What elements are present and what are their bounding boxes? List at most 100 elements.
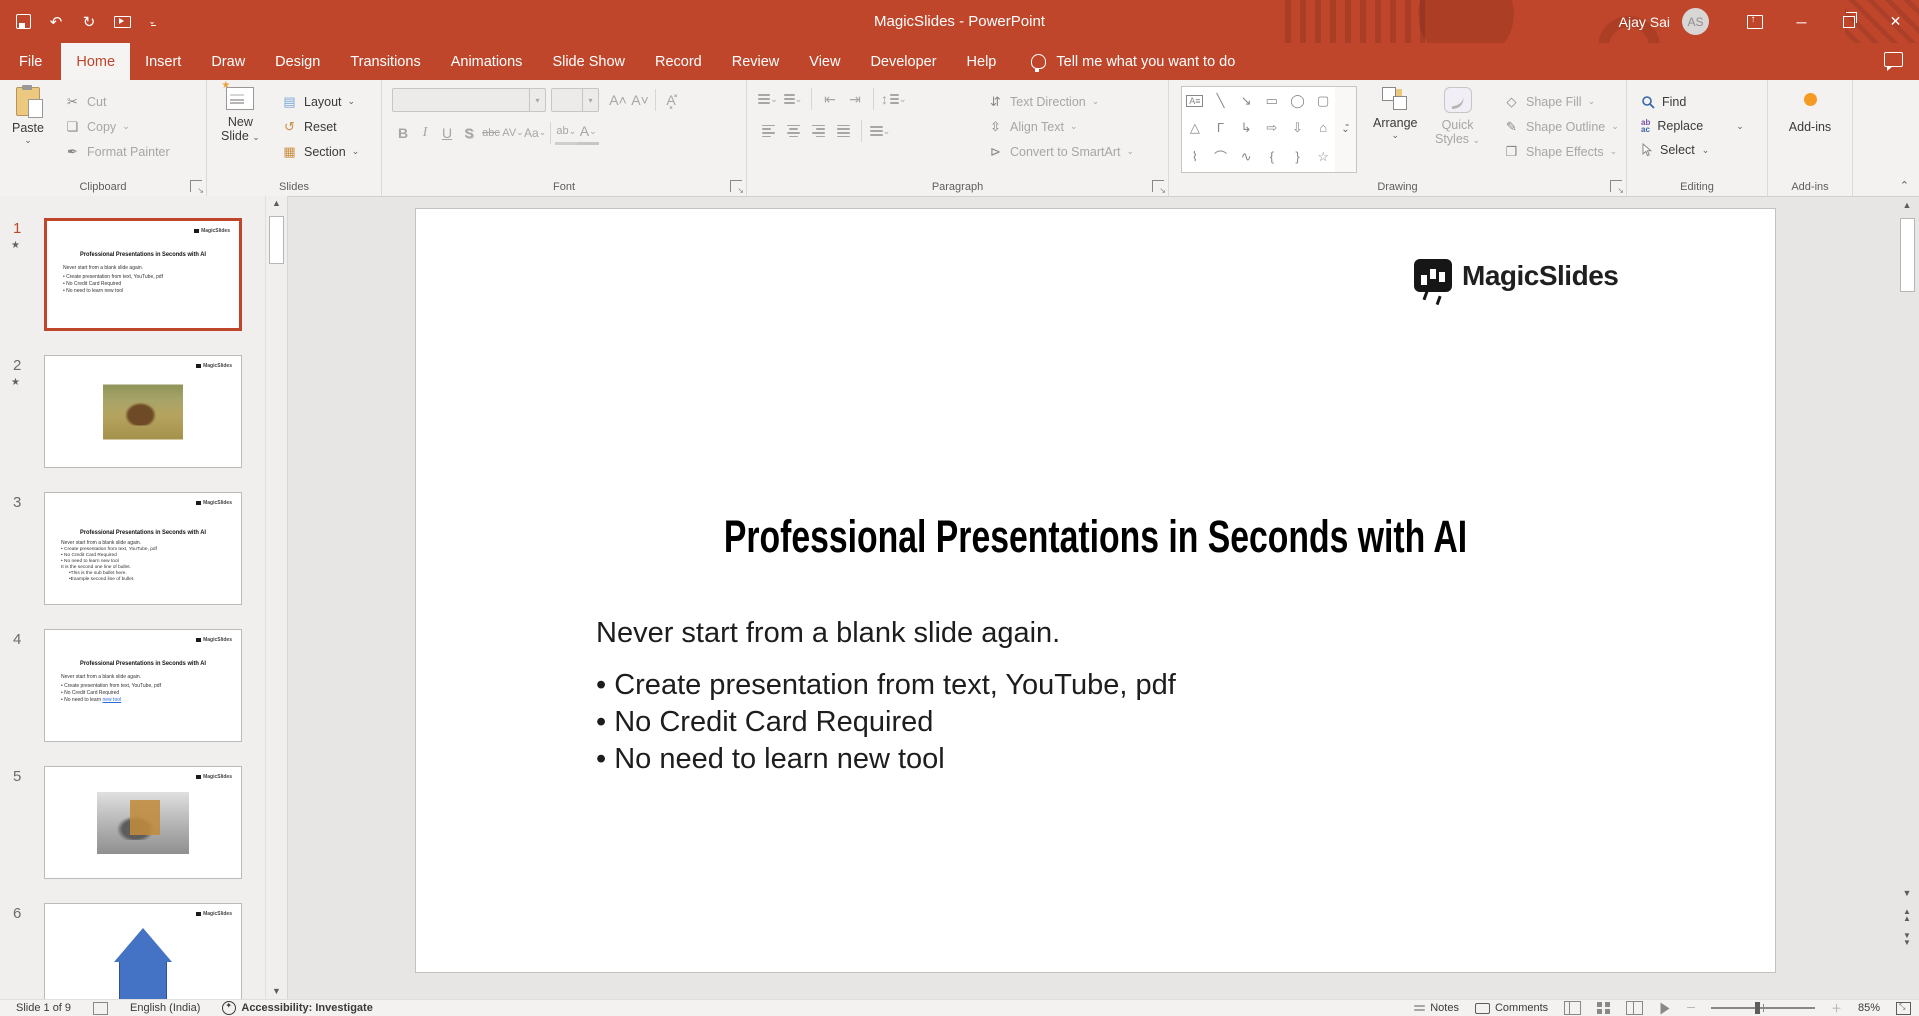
redo-icon[interactable]: ↻ [80,13,98,31]
tell-me-box[interactable]: Tell me what you want to do [1031,43,1235,80]
addins-button[interactable]: Add-ins [1768,87,1852,134]
slide-thumbnail-5[interactable]: MagicSlides [44,766,242,879]
oval-shape-icon[interactable]: ◯ [1290,93,1305,109]
user-name[interactable]: Ajay Sai [1619,14,1670,30]
replace-dropdown[interactable]: ⌄ [1736,121,1744,132]
increase-indent-button[interactable]: ⇥ [844,88,866,110]
main-scrollbar[interactable]: ▲ ▼ ▲ ▲ ▼ ▼ [1898,196,1916,1000]
freeform-shape-icon[interactable]: ⌂ [1319,120,1327,135]
slide-thumbnail-2[interactable]: MagicSlides [44,355,242,468]
slide-canvas[interactable]: MagicSlides Professional Presentations i… [415,208,1776,973]
convert-smartart-button[interactable]: ⊳ Convert to SmartArt ⌄ [987,139,1134,164]
slide-thumbnail-3[interactable]: MagicSlides Professional Presentations i… [44,492,242,605]
copy-button[interactable]: ❏ Copy ⌄ [64,114,170,139]
comments-flag-icon[interactable] [1884,52,1903,71]
bold-button[interactable]: B [392,122,414,144]
slide-thumbnail-4[interactable]: MagicSlides Professional Presentations i… [44,629,242,742]
reset-button[interactable]: ↺ Reset [281,114,359,139]
zoom-in-button[interactable]: ＋ [1831,1000,1842,1016]
columns-button[interactable]: ⌄ [869,120,891,142]
clear-formatting-button[interactable]: A͓̽ [660,89,682,111]
align-left-button[interactable] [757,120,779,142]
justify-button[interactable] [832,120,854,142]
copy-dropdown[interactable]: ⌄ [122,121,130,132]
character-spacing-button[interactable]: AV ⌄ [502,122,524,144]
align-center-button[interactable] [782,120,804,142]
zoom-level[interactable]: 85% [1858,1002,1880,1014]
new-slide-button[interactable]: NewSlide ⌄ [221,80,260,144]
tab-review[interactable]: Review [717,43,795,80]
elbow-arrow-connector-icon[interactable]: ↳ [1241,120,1252,136]
change-case-button[interactable]: Aa ⌄ [524,122,546,144]
text-box-shape-icon[interactable]: A≡ [1186,94,1204,107]
tab-help[interactable]: Help [952,43,1012,80]
grow-font-button[interactable]: A˄ [607,89,629,111]
line-spacing-button[interactable]: ↕ ⌄ [881,88,907,110]
select-button[interactable]: Select ⌄ [1641,138,1744,162]
slide-intro-text[interactable]: Never start from a blank slide again. [596,617,1060,650]
accessibility-status[interactable]: Accessibility: Investigate [222,1001,373,1015]
spell-check-icon[interactable] [93,1001,109,1015]
scroll-down-icon[interactable]: ▼ [1898,888,1916,898]
scrollbar-thumb[interactable] [269,216,284,264]
slide-thumbnail-6[interactable]: MagicSlides [44,903,242,1000]
tab-animations[interactable]: Animations [436,43,538,80]
bullets-button[interactable]: ⌄ [757,88,779,110]
right-arrow-shape-icon[interactable]: ⇨ [1266,120,1277,136]
text-shadow-button[interactable]: S [458,122,480,144]
notes-button[interactable]: Notes [1414,1002,1459,1014]
arc-shape-icon[interactable]: ⌒ [1214,147,1227,166]
zoom-slider[interactable] [1710,1002,1815,1014]
rounded-rectangle-shape-icon[interactable]: ▢ [1317,93,1329,109]
drawing-dialog-launcher[interactable] [1610,180,1624,195]
scrollbar-thumb[interactable] [1900,218,1915,292]
slideshow-view-button[interactable] [1660,1002,1670,1014]
collapse-ribbon-icon[interactable]: ⌃ [1900,179,1909,192]
clipboard-dialog-launcher[interactable] [190,180,204,195]
scribble-shape-icon[interactable]: ⌇ [1192,149,1198,165]
paragraph-dialog-launcher[interactable] [1152,180,1166,195]
arrow-shape-icon[interactable]: ↘ [1241,93,1252,109]
tab-design[interactable]: Design [260,43,335,80]
tab-slide-show[interactable]: Slide Show [537,43,640,80]
highlight-color-button[interactable]: ab ⌄ [555,120,578,145]
font-dialog-launcher[interactable] [730,180,744,195]
close-icon[interactable]: ✕ [1872,0,1919,43]
font-color-button[interactable]: A ⌄ [577,120,600,145]
star-shape-icon[interactable]: ☆ [1317,149,1329,165]
tab-view[interactable]: View [794,43,855,80]
tab-developer[interactable]: Developer [855,43,951,80]
cut-button[interactable]: ✂ Cut [64,89,170,114]
undo-icon[interactable]: ↶ [47,13,65,31]
tab-record[interactable]: Record [640,43,717,80]
slide-sorter-view-button[interactable] [1597,1002,1611,1014]
restore-icon[interactable] [1825,0,1872,43]
normal-view-button[interactable] [1564,1001,1582,1015]
scroll-down-icon[interactable]: ▼ [266,986,287,996]
down-arrow-shape-icon[interactable]: ⇩ [1292,120,1303,136]
slide-bullet-list[interactable]: • Create presentation from text, YouTube… [596,667,1176,778]
save-icon[interactable] [14,13,32,31]
next-slide-button[interactable]: ▼ ▼ [1898,932,1916,947]
shapes-gallery[interactable]: A≡ ╲ ↘ ▭ ◯ ▢ △ Γ ↳ ⇨ ⇩ ⌂ ⌇ ⌒ ∿ { } ☆ [1181,86,1337,173]
fit-slide-to-window-icon[interactable] [1896,1001,1911,1015]
text-direction-button[interactable]: ⇵ Text Direction ⌄ [987,89,1134,114]
shape-effects-button[interactable]: ❒ Shape Effects ⌄ [1503,139,1619,164]
zoom-out-button[interactable]: ─ [1687,1002,1695,1014]
tab-insert[interactable]: Insert [130,43,196,80]
left-brace-shape-icon[interactable]: { [1270,149,1274,164]
italic-button[interactable]: I [414,122,436,144]
curve-shape-icon[interactable]: ∿ [1241,149,1252,165]
scroll-up-icon[interactable]: ▲ [1898,200,1916,210]
numbering-button[interactable]: ⌄ [782,88,804,110]
strikethrough-button[interactable]: abc [480,122,502,144]
tab-home[interactable]: Home [61,43,131,80]
triangle-shape-icon[interactable]: △ [1190,120,1200,136]
ribbon-display-options-icon[interactable] [1731,0,1778,43]
start-slideshow-icon[interactable] [113,13,131,31]
previous-slide-button[interactable]: ▲ ▲ [1898,908,1916,923]
shape-fill-button[interactable]: ◇ Shape Fill ⌄ [1503,89,1619,114]
elbow-connector-icon[interactable]: Γ [1217,120,1224,135]
zoom-slider-thumb[interactable] [1754,1002,1760,1014]
paste-button[interactable]: Paste ⌄ [12,85,44,146]
